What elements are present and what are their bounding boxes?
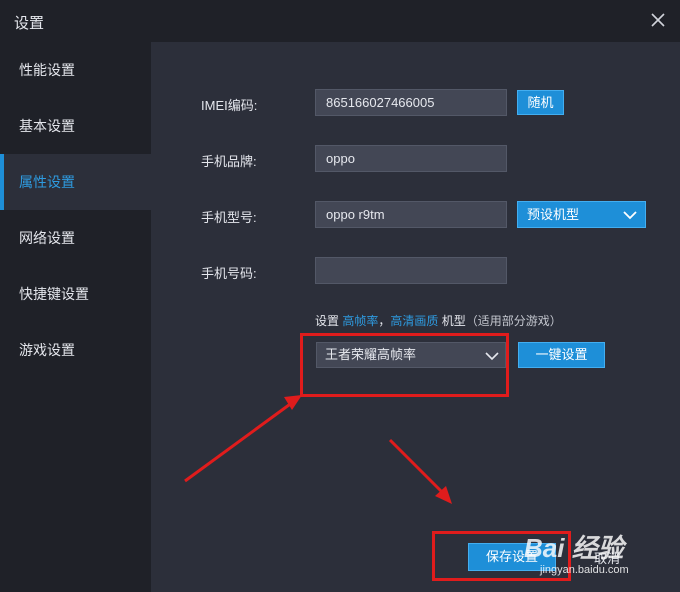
arrow-annotation [184, 395, 302, 483]
annotation-arrows [184, 395, 452, 504]
watermark-logo: Bai 经验 [524, 533, 624, 563]
baidu-watermark: Bai 经验 jingyan.baidu.com [522, 528, 672, 588]
watermark-url: jingyan.baidu.com [540, 564, 629, 576]
arrow-annotation [388, 438, 452, 504]
